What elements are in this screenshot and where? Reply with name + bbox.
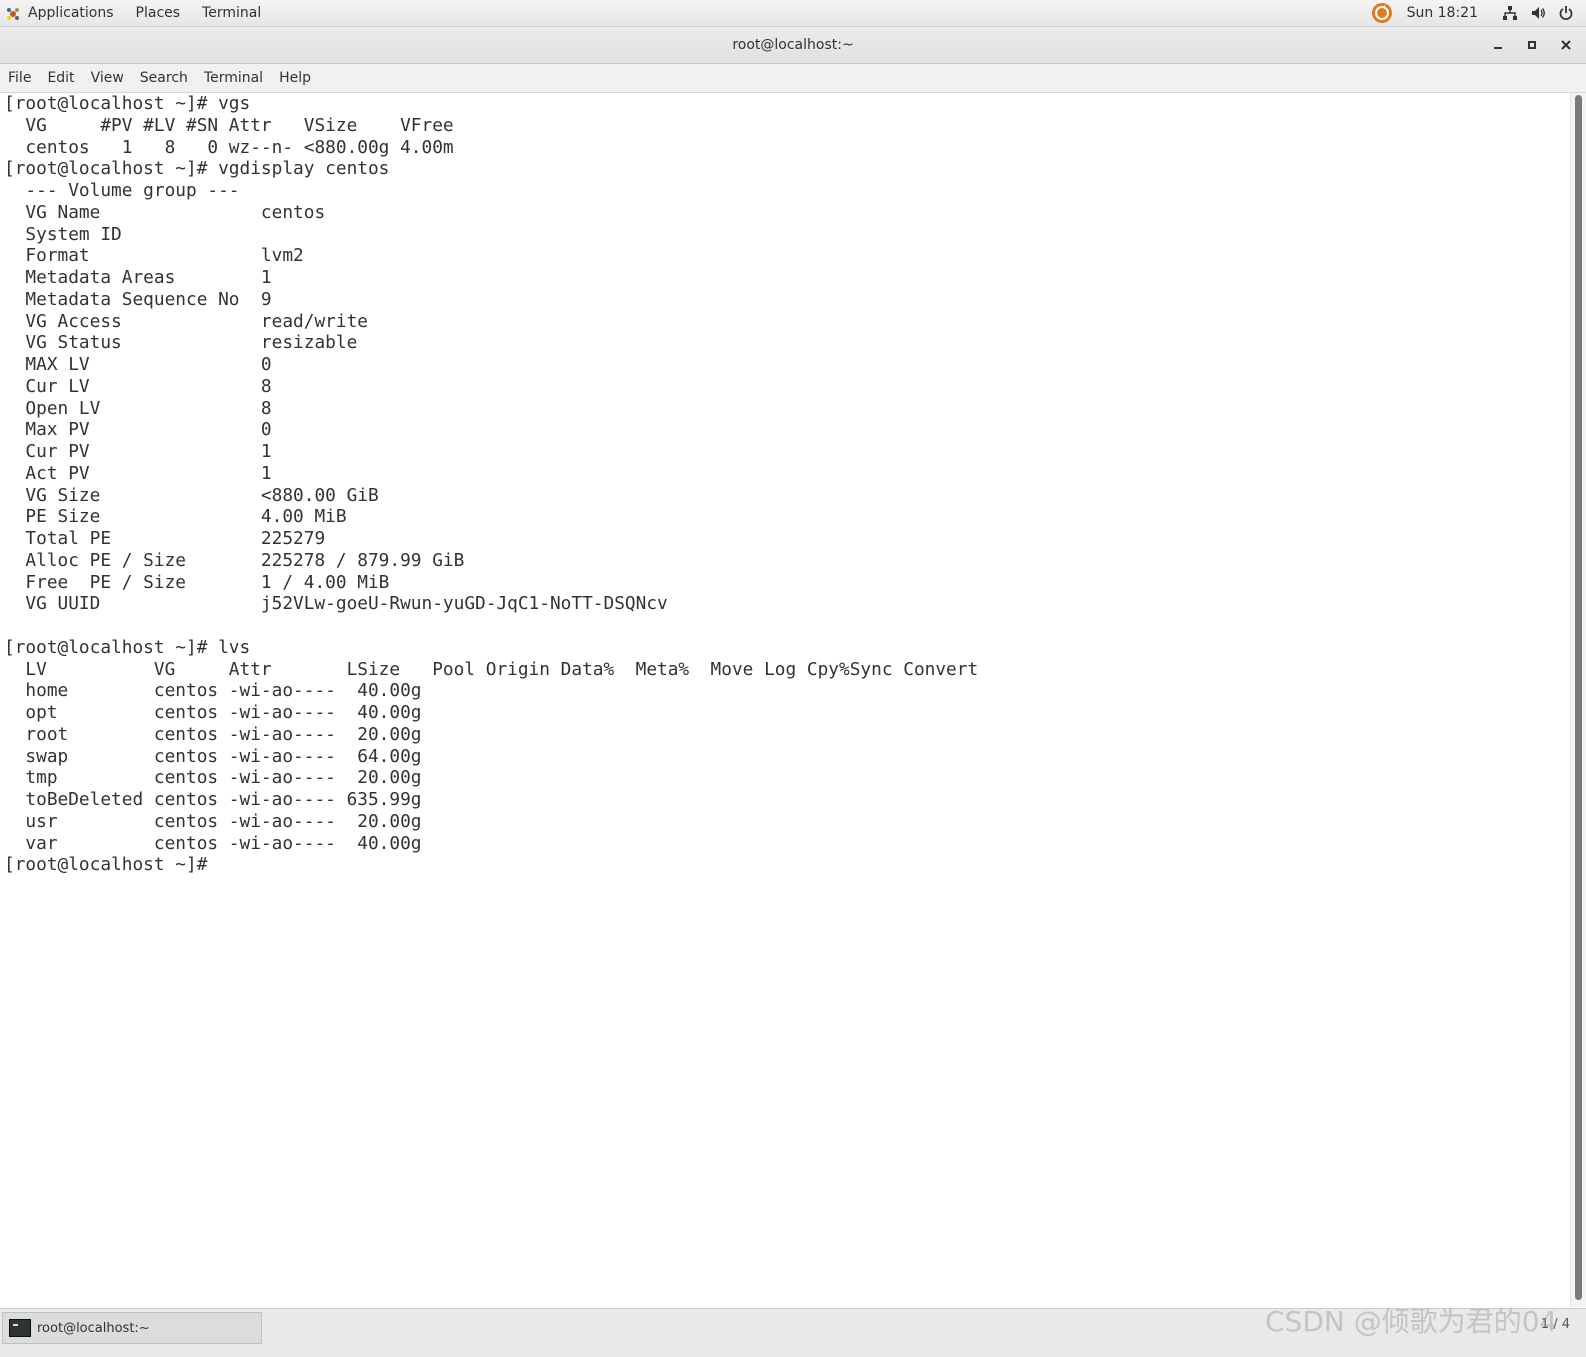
terminal-line: Open LV 8 — [4, 397, 272, 419]
terminal-line: Metadata Areas 1 — [4, 267, 272, 288]
menu-bar: File Edit View Search Terminal Help — [0, 64, 1586, 93]
terminal-app-menu[interactable]: Terminal — [202, 5, 261, 21]
terminal-line: VG Size <880.00 GiB — [4, 484, 379, 506]
terminal-line: root centos -wi-ao---- 20.00g — [4, 723, 422, 745]
top-panel-menus: Applications Places Terminal — [6, 0, 283, 26]
places-menu[interactable]: Places — [136, 5, 181, 21]
menu-view[interactable]: View — [91, 70, 124, 86]
applications-icon — [7, 8, 19, 20]
top-panel-tray: Sun 18:21 — [1371, 0, 1574, 26]
window-title-bar[interactable]: root@localhost:~ — [0, 27, 1586, 64]
menu-search[interactable]: Search — [140, 70, 188, 86]
menu-terminal[interactable]: Terminal — [204, 70, 263, 86]
close-button[interactable] — [1554, 33, 1578, 57]
terminal-line: [root@localhost ~]# vgs — [4, 93, 251, 114]
terminal-line: Alloc PE / Size 225278 / 879.99 GiB — [4, 549, 465, 571]
terminal-line: usr centos -wi-ao---- 20.00g — [4, 810, 422, 832]
terminal-line: VG #PV #LV #SN Attr VSize VFree — [4, 114, 454, 136]
terminal-line: LV VG Attr LSize Pool Origin Data% Meta%… — [4, 658, 979, 680]
terminal-line: VG UUID j52VLw-goeU-Rwun-yuGD-JqC1-NoTT-… — [4, 593, 668, 615]
top-panel: Applications Places Terminal Sun 18:21 — [0, 0, 1586, 27]
terminal-line: toBeDeleted centos -wi-ao---- 635.99g — [4, 789, 422, 810]
scrollbar-thumb[interactable] — [1575, 95, 1582, 1300]
taskbar-item-terminal[interactable]: root@localhost:~ — [2, 1312, 262, 1344]
power-icon[interactable] — [1558, 5, 1574, 21]
clock[interactable]: Sun 18:21 — [1407, 5, 1478, 21]
terminal-output[interactable]: [root@localhost ~]# vgs VG #PV #LV #SN A… — [0, 93, 1570, 1307]
terminal-line: VG Status resizable — [4, 332, 358, 354]
terminal-prompt-line: [root@localhost ~]# — [4, 854, 219, 876]
applications-menu[interactable]: Applications — [28, 5, 114, 21]
close-icon — [1561, 40, 1571, 50]
terminal-line: Total PE 225279 — [4, 528, 326, 549]
terminal-line: Max PV 0 — [4, 419, 272, 441]
minimize-button[interactable] — [1486, 33, 1510, 57]
update-icon[interactable] — [1371, 2, 1393, 24]
minimize-icon — [1494, 47, 1502, 49]
terminal-icon — [9, 1319, 31, 1337]
terminal-line: centos 1 8 0 wz--n- <880.00g 4.00m — [4, 136, 454, 158]
network-icon[interactable] — [1502, 5, 1518, 21]
terminal-line: Act PV 1 — [4, 462, 272, 484]
terminal-line: Cur PV 1 — [4, 441, 272, 462]
window-title: root@localhost:~ — [732, 37, 854, 53]
terminal-line: System ID — [4, 223, 122, 245]
terminal-line: [root@localhost ~]# lvs — [4, 636, 251, 658]
volume-icon[interactable] — [1530, 5, 1546, 21]
terminal-scrollbar[interactable] — [1570, 93, 1586, 1307]
terminal-line: Free PE / Size 1 / 4.00 MiB — [4, 571, 390, 593]
terminal-line: [root@localhost ~]# vgdisplay centos — [4, 158, 390, 180]
maximize-icon — [1528, 41, 1536, 49]
terminal-line: home centos -wi-ao---- 40.00g — [4, 680, 422, 702]
window-controls — [1476, 27, 1578, 63]
terminal-line: Metadata Sequence No 9 — [4, 288, 272, 310]
terminal-line: Cur LV 8 — [4, 375, 272, 397]
terminal-line: tmp centos -wi-ao---- 20.00g — [4, 767, 422, 789]
terminal-line: opt centos -wi-ao---- 40.00g — [4, 702, 422, 723]
menu-file[interactable]: File — [8, 70, 31, 86]
terminal-line: VG Access read/write — [4, 310, 368, 332]
taskbar-item-label: root@localhost:~ — [37, 1320, 150, 1336]
watermark: CSDN @倾歌为君的04 — [1265, 1305, 1558, 1338]
menu-edit[interactable]: Edit — [47, 70, 74, 86]
terminal-line: swap centos -wi-ao---- 64.00g — [4, 745, 422, 767]
terminal-text: [root@localhost ~]# vgs VG #PV #LV #SN A… — [0, 93, 1570, 876]
maximize-button[interactable] — [1520, 33, 1544, 57]
terminal-line: PE Size 4.00 MiB — [4, 506, 347, 528]
terminal-line: Format lvm2 — [4, 245, 304, 267]
menu-help[interactable]: Help — [279, 70, 311, 86]
terminal-line: var centos -wi-ao---- 40.00g — [4, 832, 422, 854]
terminal-line: --- Volume group --- — [4, 180, 240, 201]
terminal-line: VG Name centos — [4, 201, 326, 223]
terminal-line: MAX LV 0 — [4, 354, 272, 375]
